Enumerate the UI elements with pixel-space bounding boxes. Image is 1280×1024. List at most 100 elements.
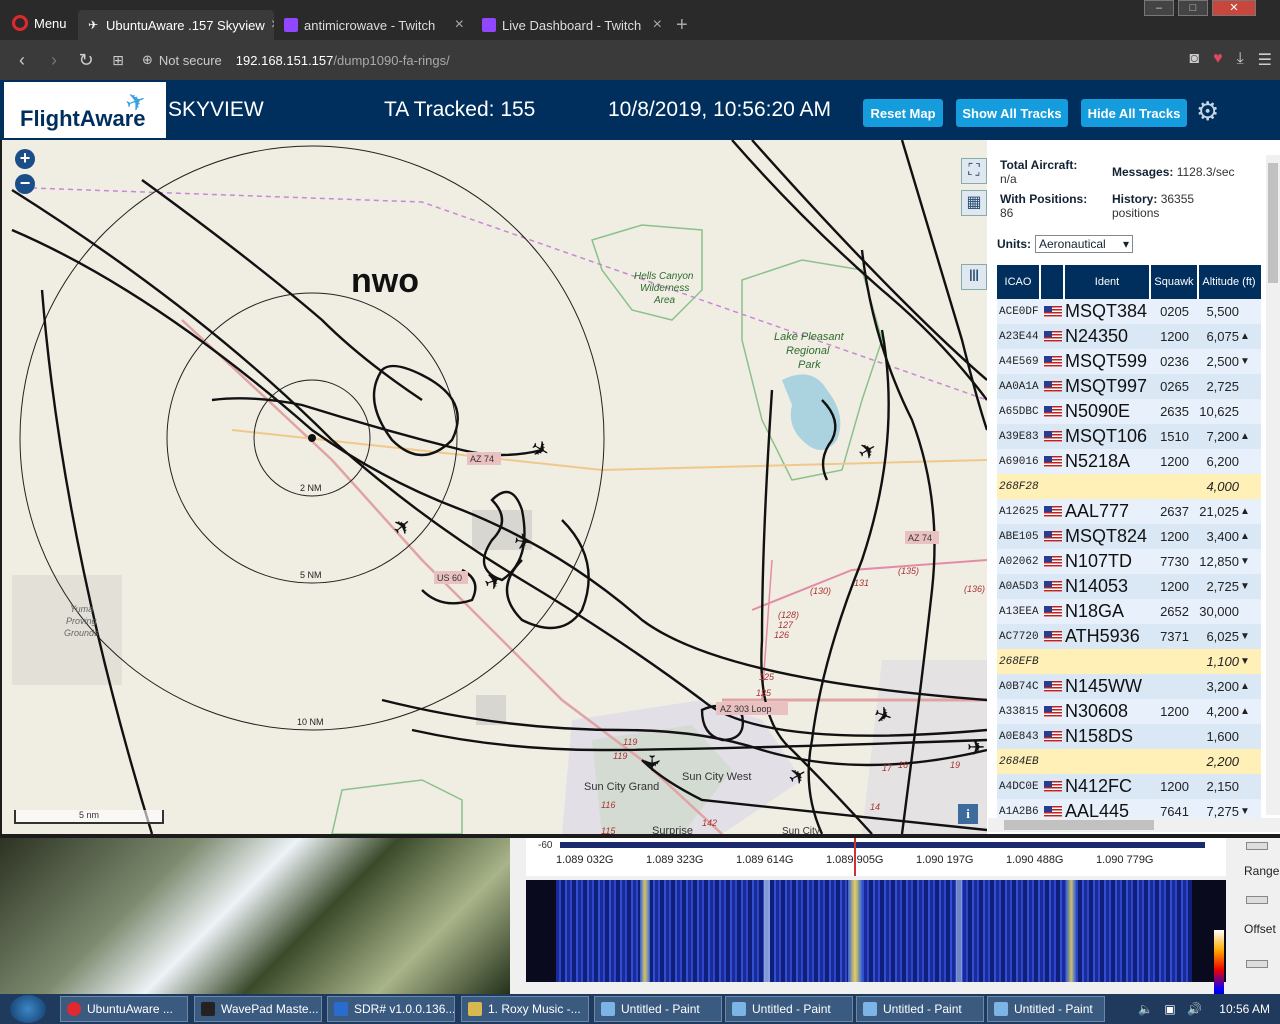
network-icon[interactable]: ▣ <box>1164 1002 1175 1016</box>
info-icon[interactable]: i <box>958 804 978 824</box>
svg-text:Regional: Regional <box>786 345 830 357</box>
waterfall-display[interactable] <box>526 880 1226 1010</box>
sidebar-horizontal-scrollbar[interactable] <box>988 818 1280 832</box>
show-all-tracks-button[interactable]: Show All Tracks <box>956 99 1068 127</box>
speaker-icon[interactable]: 🔊 <box>1187 1002 1202 1016</box>
stat-label: Total Aircraft: <box>1000 158 1078 172</box>
col-ident[interactable]: Ident <box>1065 265 1151 299</box>
altitude-cell: 2,725 <box>1206 579 1239 594</box>
table-row[interactable]: ACE0DF MSQT384 0205 5,500 <box>997 299 1261 324</box>
back-icon[interactable]: ‹ <box>6 50 38 71</box>
gear-icon[interactable]: ⚙ <box>1196 96 1219 127</box>
table-row[interactable]: A4DC0E N412FC 1200 2,150 <box>997 774 1261 799</box>
icao-cell: ACE0DF <box>999 305 1039 318</box>
col-squawk[interactable]: Squawk <box>1151 265 1199 299</box>
signal-band <box>640 880 650 982</box>
col-icao[interactable]: ICAO <box>997 265 1041 299</box>
scroll-thumb[interactable] <box>1004 820 1154 830</box>
table-row[interactable]: A23E44 N24350 1200 6,075 ▲ <box>997 324 1261 349</box>
range-slider[interactable] <box>1246 896 1268 904</box>
signal-band <box>764 880 770 982</box>
reload-icon[interactable]: ↻ <box>70 50 102 71</box>
reset-map-button[interactable]: Reset Map <box>863 99 943 127</box>
map-view[interactable]: 2 NM 5 NM 10 NM Hells Canyon Wilderness … <box>2 140 987 834</box>
close-tab-icon[interactable]: × <box>647 16 662 34</box>
tab-twitch-dashboard[interactable]: Live Dashboard - Twitch × <box>474 10 670 40</box>
download-icon[interactable]: ⤓ <box>1237 50 1244 70</box>
zoom-out-icon[interactable]: − <box>15 174 35 194</box>
icao-cell: ABE105 <box>999 530 1039 543</box>
easy-setup-icon[interactable]: ☰ <box>1258 50 1272 70</box>
close-tab-icon[interactable]: × <box>265 16 274 34</box>
camera-icon[interactable]: ◙ <box>1189 50 1199 70</box>
table-row[interactable]: A65DBC N5090E 2635 10,625 <box>997 399 1261 424</box>
music-icon <box>468 1002 482 1016</box>
skyview-header: FlightAware ✈ SKYVIEW TA Tracked: 155 10… <box>0 80 1280 140</box>
ident-cell: N18GA <box>1065 601 1125 621</box>
table-row[interactable]: A0E843 N158DS 1,600 <box>997 724 1261 749</box>
units-control: Units: Aeronautical ▾ <box>997 235 1133 253</box>
col-flag[interactable] <box>1041 265 1065 299</box>
table-row[interactable]: A4E569 MSQT599 0236 2,500 ▼ <box>997 349 1261 374</box>
table-row[interactable]: ABE105 MSQT824 1200 3,400 ▲ <box>997 524 1261 549</box>
zoom-in-icon[interactable]: + <box>15 149 35 169</box>
table-row[interactable]: A13EEA N18GA 2652 30,000 <box>997 599 1261 624</box>
table-row[interactable]: 2684EB 2,200 <box>997 749 1261 774</box>
new-tab-icon[interactable]: + <box>676 14 688 37</box>
close-window-icon[interactable]: ✕ <box>1212 0 1256 16</box>
table-row[interactable]: A33815 N30608 1200 4,200 ▲ <box>997 699 1261 724</box>
offset-slider[interactable] <box>1246 960 1268 968</box>
close-tab-icon[interactable]: × <box>449 16 464 34</box>
scroll-thumb[interactable] <box>1268 163 1278 283</box>
taskbar-item-paint[interactable]: Untitled - Paint <box>725 996 853 1022</box>
tab-skyview[interactable]: ✈ UbuntuAware .157 Skyview × <box>78 10 274 40</box>
taskbar-item-paint[interactable]: Untitled - Paint <box>594 996 722 1022</box>
forward-icon[interactable]: › <box>38 50 70 71</box>
aircraft-sidebar: Total Aircraft: n/a Messages: 1128.3/sec… <box>987 140 1280 834</box>
table-row[interactable]: A39E83 MSQT106 1510 7,200 ▲ <box>997 424 1261 449</box>
svg-text:5 NM: 5 NM <box>300 570 322 580</box>
us-flag-icon <box>1044 581 1062 592</box>
table-row[interactable]: 268EFB 1,100 ▼ <box>997 649 1261 674</box>
speed-dial-icon[interactable]: ⊞ <box>102 52 134 69</box>
browser-menu-button[interactable]: Menu <box>4 10 72 36</box>
table-row[interactable]: A0B74C N145WW 3,200 ▲ <box>997 674 1261 699</box>
maximize-icon[interactable]: □ <box>1178 0 1208 16</box>
tab-twitch-antimicrowave[interactable]: antimicrowave - Twitch × <box>276 10 472 40</box>
url-field[interactable]: ⊕ Not secure 192.168.151.157 /dump1090-f… <box>142 52 450 68</box>
col-altitude[interactable]: Altitude (ft) <box>1199 265 1259 299</box>
units-select[interactable]: Aeronautical ▾ <box>1035 235 1133 253</box>
table-row[interactable]: 268F28 4,000 <box>997 474 1261 499</box>
taskbar-item-wavepad[interactable]: WavePad Maste... <box>194 996 322 1022</box>
volume-icon[interactable]: 🔈 <box>1138 1002 1153 1016</box>
wavepad-icon <box>201 1002 215 1016</box>
map-grid-icon[interactable]: ▦ <box>961 190 987 216</box>
sidebar-vertical-scrollbar[interactable] <box>1266 155 1280 815</box>
table-row[interactable]: AA0A1A MSQT997 0265 2,725 <box>997 374 1261 399</box>
svg-text:(128): (128) <box>778 610 799 620</box>
columns-icon[interactable]: Ⅲ <box>961 264 987 290</box>
altitude-cell: 12,850 <box>1199 554 1239 569</box>
taskbar-item-paint[interactable]: Untitled - Paint <box>856 996 984 1022</box>
taskbar-item-opera[interactable]: UbuntuAware ... <box>60 996 188 1022</box>
taskbar-item-music[interactable]: 1. Roxy Music -... <box>461 996 589 1022</box>
table-row[interactable]: A0A5D3 N14053 1200 2,725 ▼ <box>997 574 1261 599</box>
heart-icon[interactable]: ♥ <box>1213 50 1223 70</box>
tuning-marker[interactable] <box>854 838 856 876</box>
sdr-window: -60 1.089 032G 1.089 323G 1.089 614G 1.0… <box>510 838 1280 1010</box>
table-row[interactable]: A69016 N5218A 1200 6,200 <box>997 449 1261 474</box>
table-row[interactable]: A12625 AAL777 2637 21,025 ▲ <box>997 499 1261 524</box>
table-row[interactable]: AC7720 ATH5936 7371 6,025 ▼ <box>997 624 1261 649</box>
menu-label: Menu <box>34 15 67 31</box>
ident-cell: ATH5936 <box>1065 626 1140 646</box>
table-row[interactable]: A02062 N107TD 7730 12,850 ▼ <box>997 549 1261 574</box>
flightaware-logo[interactable]: FlightAware ✈ <box>4 82 166 138</box>
start-button[interactable] <box>10 995 46 1023</box>
taskbar-item-paint[interactable]: Untitled - Paint <box>987 996 1105 1022</box>
range-slider-top[interactable] <box>1246 842 1268 850</box>
map-layers-icon[interactable]: ⛶ <box>961 158 987 184</box>
clock[interactable]: 10:56 AM <box>1219 1002 1270 1016</box>
minimize-icon[interactable]: – <box>1144 0 1174 16</box>
taskbar-item-sdr[interactable]: SDR# v1.0.0.136... <box>327 996 455 1022</box>
hide-all-tracks-button[interactable]: Hide All Tracks <box>1081 99 1187 127</box>
